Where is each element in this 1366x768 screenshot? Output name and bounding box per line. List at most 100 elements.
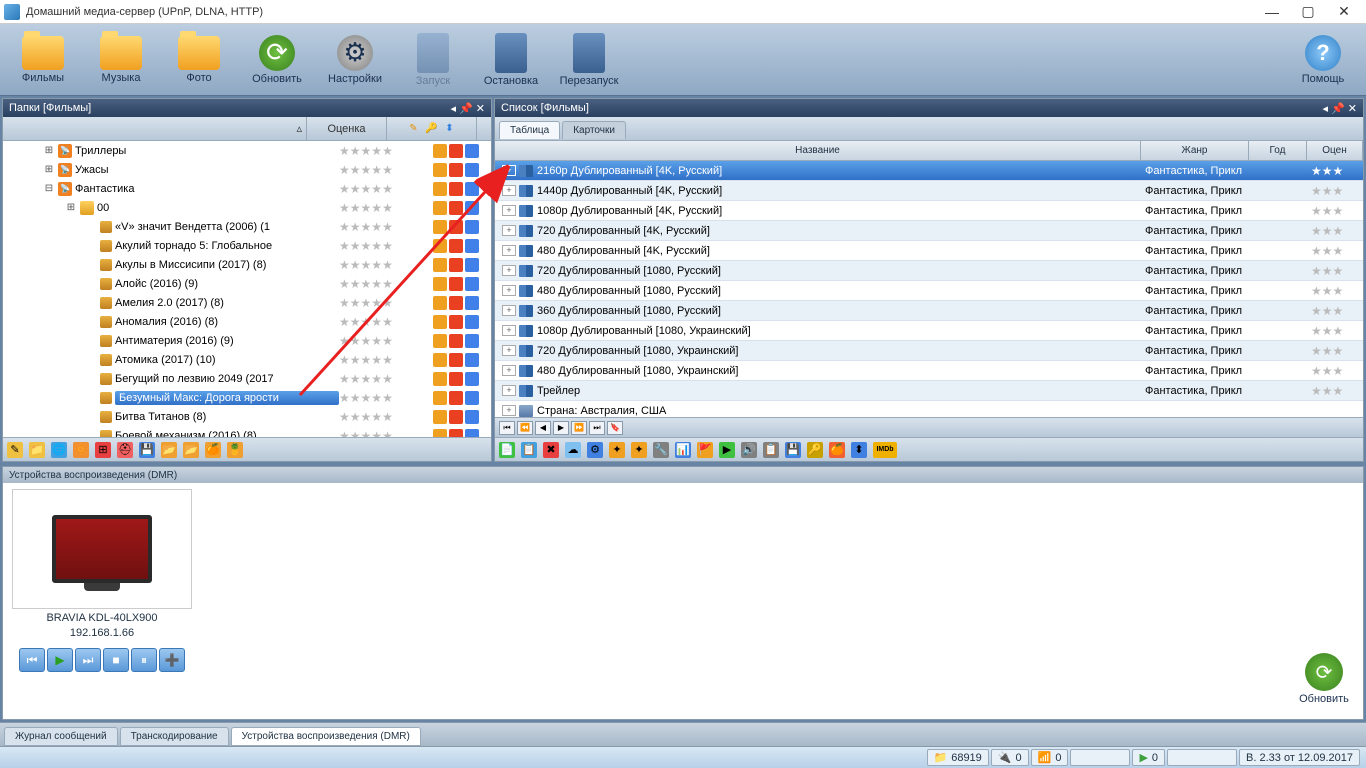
settings-button[interactable]: ⚙Настройки (318, 26, 392, 94)
action-icon[interactable] (433, 220, 447, 234)
next-track-button[interactable]: ⏭ (75, 648, 101, 672)
expand-toggle[interactable]: + (502, 205, 516, 216)
row-rating[interactable]: ★★★ (1307, 284, 1363, 298)
tab-transcode[interactable]: Транскодирование (120, 727, 229, 746)
action-icon[interactable] (449, 391, 463, 405)
refresh-button[interactable]: ⟳Обновить (240, 26, 314, 94)
action-icon[interactable] (433, 144, 447, 158)
media-row[interactable]: +1080p Дублированный [4K, Русский]Фантас… (495, 201, 1363, 221)
tool-icon[interactable]: ⬍ (851, 442, 867, 458)
play-button[interactable]: ▶ (47, 648, 73, 672)
rating-stars[interactable]: ★★★★★ (339, 429, 421, 438)
media-row[interactable]: +1440p Дублированный [4K, Русский]Фантас… (495, 181, 1363, 201)
action-icon[interactable] (465, 391, 479, 405)
tool-icon[interactable]: 🔑 (807, 442, 823, 458)
rating-stars[interactable]: ★★★★★ (339, 182, 421, 196)
row-rating[interactable]: ★★★ (1307, 244, 1363, 258)
row-rating[interactable]: ★★★ (1307, 344, 1363, 358)
expand-toggle[interactable]: + (502, 245, 516, 256)
media-row[interactable]: +480 Дублированный [4K, Русский]Фантасти… (495, 241, 1363, 261)
action-icon[interactable] (465, 201, 479, 215)
action-icon[interactable] (449, 239, 463, 253)
tree-item[interactable]: Акулий торнадо 5: Глобальное★★★★★ (3, 236, 491, 255)
media-row[interactable]: +2160p Дублированный [4K, Русский]Фантас… (495, 161, 1363, 181)
row-rating[interactable]: ★★★ (1307, 204, 1363, 218)
col-year-header[interactable]: Год (1249, 141, 1307, 160)
action-icon[interactable] (465, 296, 479, 310)
media-row[interactable]: +720 Дублированный [1080, Украинский]Фан… (495, 341, 1363, 361)
tool-icon[interactable]: ✦ (631, 442, 647, 458)
row-rating[interactable]: ★★★ (1307, 164, 1363, 178)
action-icon[interactable] (465, 277, 479, 291)
stop-playback-button[interactable]: ■ (103, 648, 129, 672)
action-icon[interactable] (449, 163, 463, 177)
expand-toggle[interactable]: + (502, 265, 516, 276)
action-icon[interactable] (433, 201, 447, 215)
action-icon[interactable] (449, 429, 463, 438)
action-icon[interactable] (433, 277, 447, 291)
tree-item[interactable]: ⊞📡Триллеры★★★★★ (3, 141, 491, 160)
tree-item[interactable]: Акулы в Миссисипи (2017) (8)★★★★★ (3, 255, 491, 274)
rating-stars[interactable]: ★★★★★ (339, 391, 421, 405)
action-icon[interactable] (449, 410, 463, 424)
media-row[interactable]: +480 Дублированный [1080, Украинский]Фан… (495, 361, 1363, 381)
action-icon[interactable] (433, 258, 447, 272)
tab-dmr[interactable]: Устройства воспроизведения (DMR) (231, 727, 421, 746)
row-rating[interactable]: ★★★ (1307, 324, 1363, 338)
tool-icon[interactable]: 📋 (521, 442, 537, 458)
action-icon[interactable] (433, 353, 447, 367)
action-icon[interactable] (465, 258, 479, 272)
action-icon[interactable] (449, 353, 463, 367)
tree-item[interactable]: Алойс (2016) (9)★★★★★ (3, 274, 491, 293)
rating-stars[interactable]: ★★★★★ (339, 315, 421, 329)
media-list[interactable]: Название Жанр Год Оцен +2160p Дублирован… (495, 141, 1363, 417)
col-rating-header[interactable]: Оцен (1307, 141, 1363, 160)
close-button[interactable]: ✕ (1326, 1, 1362, 23)
tree-item[interactable]: ⊞00★★★★★ (3, 198, 491, 217)
dmr-device[interactable]: BRAVIA KDL-40LX900 192.168.1.66 ⏮ ▶ ⏭ ■ … (9, 489, 195, 713)
tree-item[interactable]: Антиматерия (2016) (9)★★★★★ (3, 331, 491, 350)
rating-stars[interactable]: ★★★★★ (339, 144, 421, 158)
tool-icon[interactable]: 🍊 (205, 442, 221, 458)
tool-icon[interactable]: ✦ (609, 442, 625, 458)
help-button[interactable]: ?Помощь (1286, 26, 1360, 94)
pin-icon[interactable]: ◂ 📌 ✕ (450, 102, 485, 115)
tool-icon[interactable]: 💾 (785, 442, 801, 458)
tool-icon[interactable]: 🌐 (51, 442, 67, 458)
tool-icon[interactable]: 📂 (161, 442, 177, 458)
tree-sort-indicator[interactable]: ▵ (3, 117, 307, 141)
tab-table[interactable]: Таблица (499, 121, 560, 139)
action-icon[interactable] (449, 277, 463, 291)
add-button[interactable]: ➕ (159, 648, 185, 672)
action-icon[interactable] (433, 239, 447, 253)
nav-prevpage[interactable]: ⏪ (517, 421, 533, 435)
expand-toggle[interactable]: + (502, 385, 516, 396)
row-rating[interactable]: ★★★ (1307, 384, 1363, 398)
minimize-button[interactable]: — (1254, 1, 1290, 23)
nav-first[interactable]: ⏮ (499, 421, 515, 435)
rating-stars[interactable]: ★★★★★ (339, 258, 421, 272)
action-icon[interactable] (465, 239, 479, 253)
tool-icon[interactable]: 📋 (763, 442, 779, 458)
folder-tree[interactable]: ⊞📡Триллеры★★★★★⊞📡Ужасы★★★★★⊟📡Фантастика★… (3, 141, 491, 437)
expand-toggle[interactable]: + (502, 305, 516, 316)
nav-bookmark[interactable]: 🔖 (607, 421, 623, 435)
expand-toggle[interactable]: + (502, 365, 516, 376)
rating-stars[interactable]: ★★★★★ (339, 353, 421, 367)
tool-icon[interactable]: ✖ (543, 442, 559, 458)
action-icon[interactable] (433, 410, 447, 424)
tool-icon[interactable]: 🔊 (741, 442, 757, 458)
music-button[interactable]: Музыка (84, 26, 158, 94)
action-icon[interactable] (465, 220, 479, 234)
row-rating[interactable]: ★★★ (1307, 304, 1363, 318)
rating-stars[interactable]: ★★★★★ (339, 296, 421, 310)
tool-icon[interactable]: ⚙ (587, 442, 603, 458)
col-genre-header[interactable]: Жанр (1141, 141, 1249, 160)
action-icon[interactable] (433, 372, 447, 386)
expand-toggle[interactable]: + (502, 325, 516, 336)
rating-stars[interactable]: ★★★★★ (339, 220, 421, 234)
action-icon[interactable] (465, 334, 479, 348)
expand-toggle[interactable]: + (502, 165, 516, 176)
tool-icon[interactable]: 📁 (29, 442, 45, 458)
maximize-button[interactable]: ▢ (1290, 1, 1326, 23)
